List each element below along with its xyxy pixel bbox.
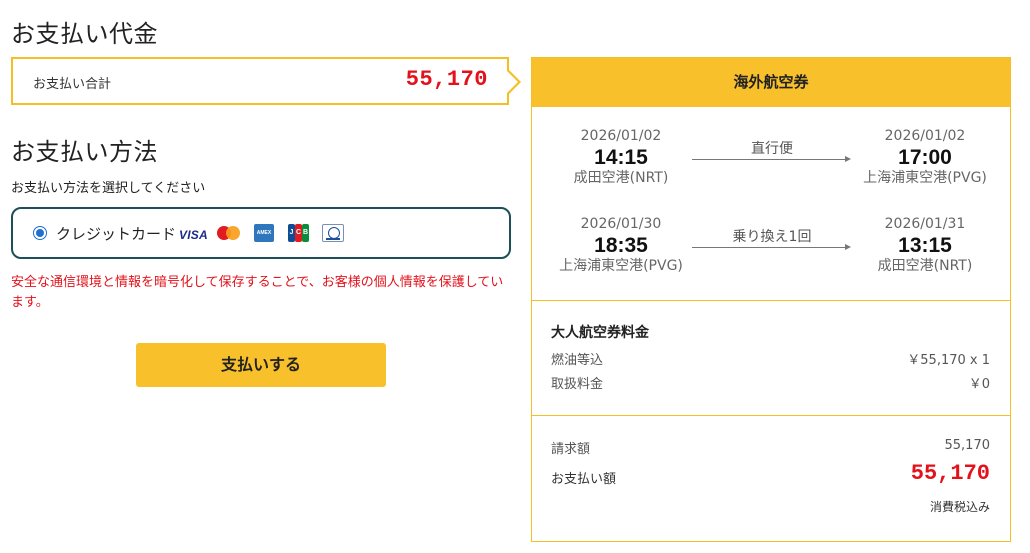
- segment-route: 直行便: [692, 138, 852, 168]
- route-line: [692, 159, 848, 160]
- flight-type: 直行便: [751, 141, 793, 157]
- departure-info: 2026/01/02 14:15 成田空港(NRT): [546, 128, 696, 187]
- flight-segment-outbound: 2026/01/02 14:15 成田空港(NRT) 直行便 2026/01/0…: [532, 128, 1010, 188]
- fare-title: 大人航空券料金: [551, 325, 649, 341]
- flight-type: 乗り換え1回: [732, 229, 812, 245]
- arrival-info: 2026/01/02 17:00 上海浦東空港(PVG): [850, 128, 1000, 187]
- payment-title: お支払い代金: [11, 20, 158, 48]
- departure-date: 2026/01/30: [580, 216, 662, 232]
- segment-route: 乗り換え1回: [692, 226, 852, 256]
- departure-date: 2026/01/02: [580, 128, 662, 144]
- route-line: [692, 247, 848, 248]
- diners-club-icon: [322, 224, 344, 242]
- fare-row-fuel: 燃油等込 ￥55,170 x 1: [551, 349, 990, 368]
- arrival-airport: 成田空港(NRT): [877, 258, 973, 274]
- fare-fuel-label: 燃油等込: [551, 353, 604, 368]
- credit-card-label: クレジットカード: [56, 225, 177, 243]
- flight-summary-panel: 海外航空券 2026/01/02 14:15 成田空港(NRT) 直行便 202…: [531, 57, 1011, 542]
- total-box-pointer-fill: [507, 71, 518, 93]
- billing-row: 請求額 55,170: [551, 438, 990, 457]
- fare-fuel-value: ￥55,170 x 1: [907, 353, 990, 368]
- fare-row-handling: 取扱料金 ￥0: [551, 373, 990, 392]
- payment-method-instruction: お支払い方法を選択してください: [11, 181, 206, 196]
- departure-time: 18:35: [594, 234, 648, 257]
- payment-total-label: お支払い合計: [33, 77, 112, 92]
- jcb-icon: JCB: [288, 224, 310, 242]
- pay-button[interactable]: 支払いする: [136, 343, 386, 387]
- panel-header: 海外航空券: [532, 58, 1010, 107]
- arrival-info: 2026/01/31 13:15 成田空港(NRT): [850, 216, 1000, 275]
- tax-included-note: 消費税込み: [929, 500, 990, 514]
- credit-card-option[interactable]: クレジットカード VISA AMEX JCB: [11, 207, 511, 259]
- flight-segment-return: 2026/01/30 18:35 上海浦東空港(PVG) 乗り換え1回 2026…: [532, 216, 1010, 276]
- credit-card-radio[interactable]: [33, 226, 47, 240]
- arrival-airport: 上海浦東空港(PVG): [863, 170, 987, 186]
- amex-icon: AMEX: [254, 224, 274, 242]
- arrival-time: 17:00: [898, 146, 952, 169]
- visa-icon: VISA: [179, 228, 208, 242]
- security-note: 安全な通信環境と情報を暗号化して保存することで、お客様の個人情報を保護しています…: [11, 275, 504, 310]
- payment-method-title: お支払い方法: [11, 138, 158, 166]
- departure-airport: 成田空港(NRT): [573, 170, 669, 186]
- departure-airport: 上海浦東空港(PVG): [559, 258, 683, 274]
- payment-total-box: お支払い合計 55,170: [11, 57, 509, 105]
- payment-amount-label: お支払い額: [551, 472, 617, 487]
- payment-total-amount: 55,170: [405, 67, 488, 92]
- arrival-time: 13:15: [898, 234, 952, 257]
- section-divider: [532, 300, 1010, 301]
- fare-handling-label: 取扱料金: [551, 377, 604, 392]
- billing-label: 請求額: [551, 442, 591, 457]
- fare-handling-value: ￥0: [968, 377, 990, 392]
- mastercard-icon: [217, 223, 243, 245]
- departure-time: 14:15: [594, 146, 648, 169]
- departure-info: 2026/01/30 18:35 上海浦東空港(PVG): [546, 216, 696, 275]
- arrival-date: 2026/01/02: [884, 128, 966, 144]
- section-divider: [532, 415, 1010, 416]
- arrival-date: 2026/01/31: [884, 216, 966, 232]
- payment-amount-value: 55,170: [910, 461, 990, 486]
- billing-value: 55,170: [944, 438, 991, 453]
